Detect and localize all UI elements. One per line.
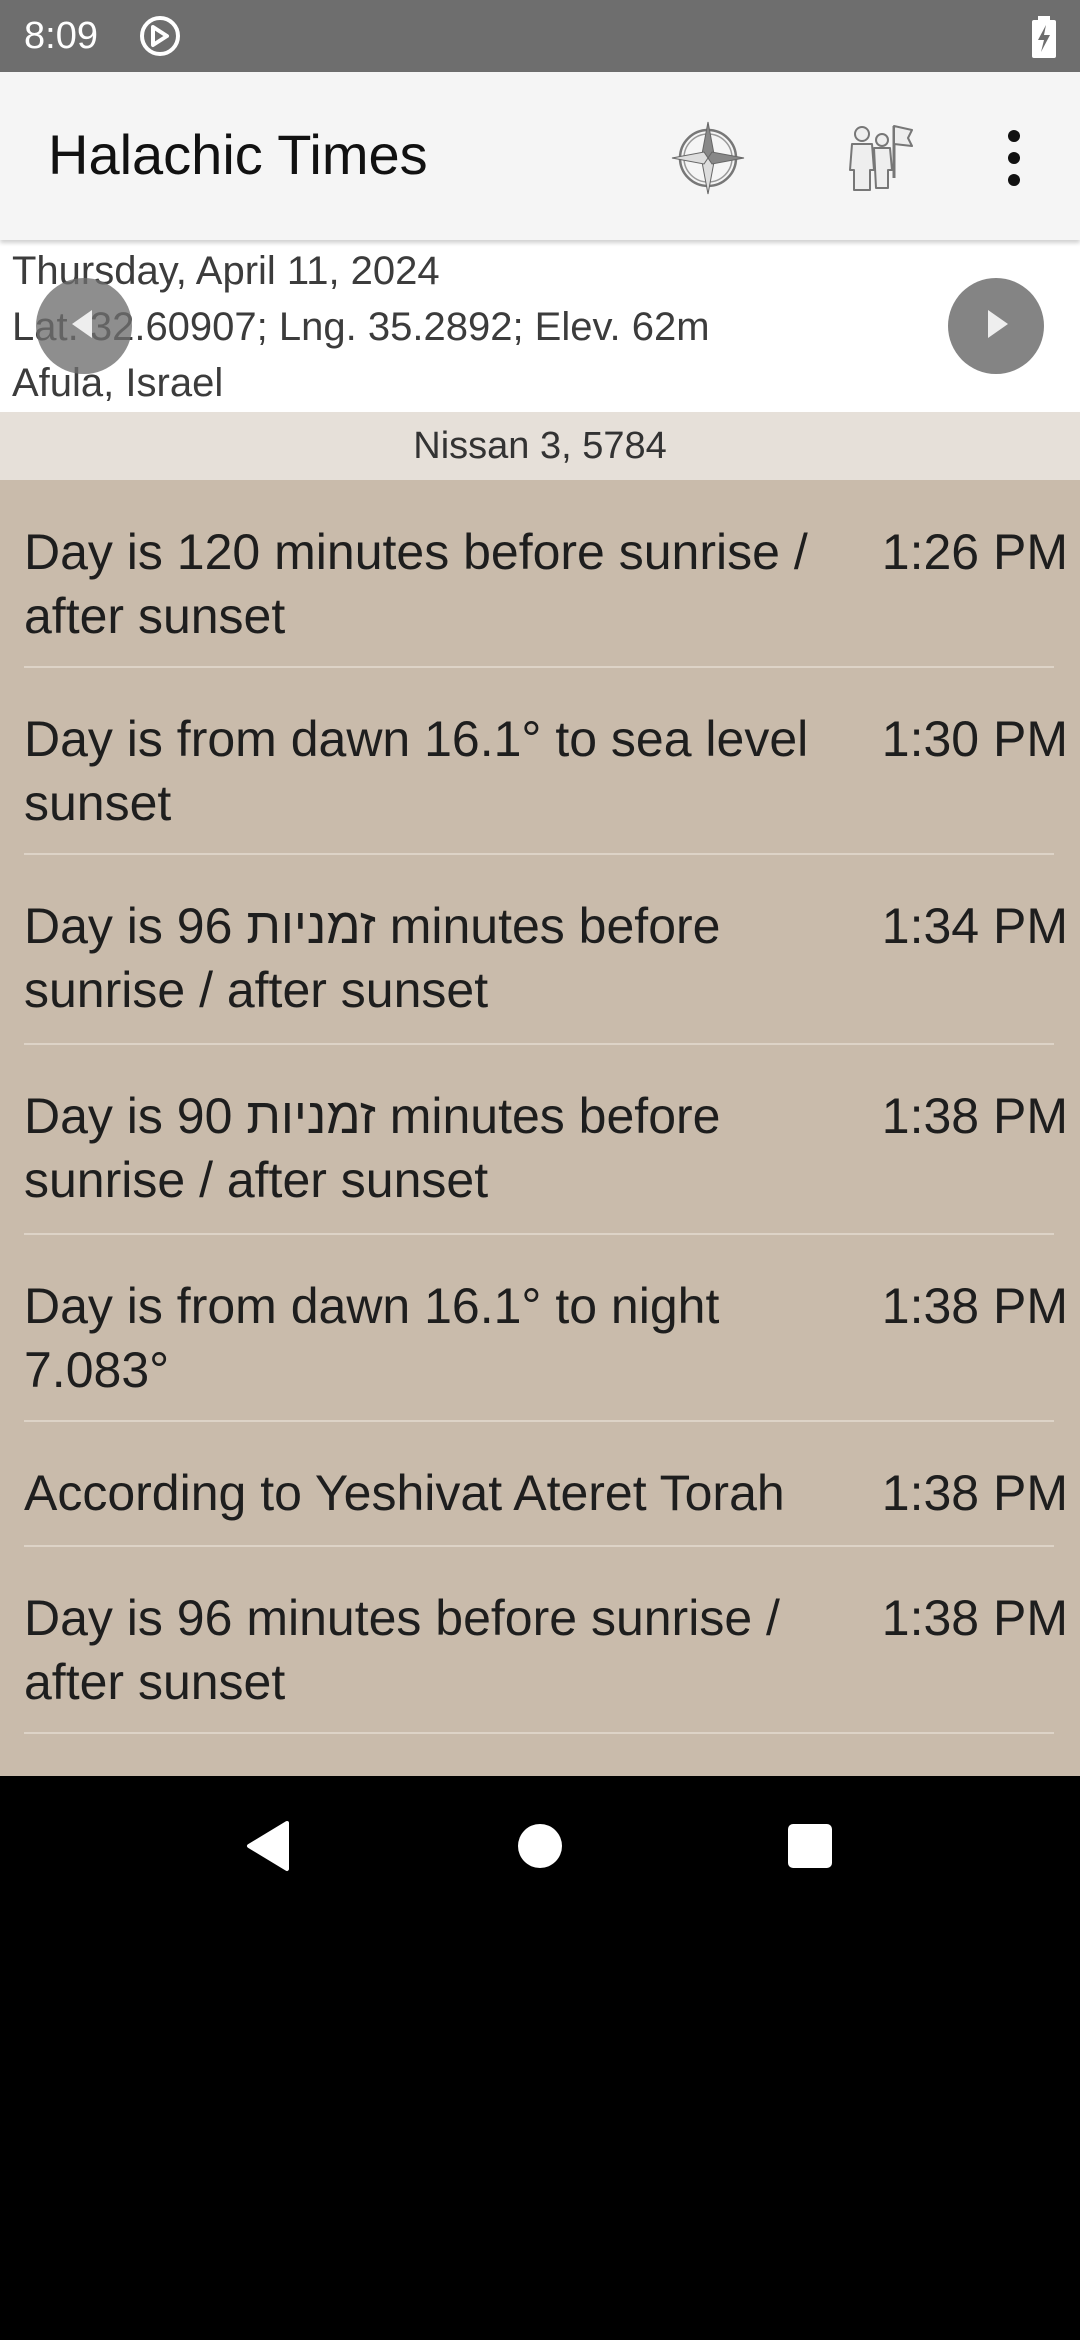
previous-day-button[interactable] [36, 278, 132, 374]
divider [24, 1233, 1054, 1235]
divider [24, 1043, 1054, 1045]
time-value: 1:38 PM [881, 1590, 1068, 1646]
status-time: 8:09 [24, 15, 98, 57]
time-label: Day is 96 minutes before sunrise / after… [24, 1590, 780, 1710]
hebrew-date: Nissan 3, 5784 [0, 412, 1080, 480]
next-day-button[interactable] [948, 278, 1044, 374]
compass-button[interactable] [660, 112, 756, 208]
system-navigation-bar [0, 1776, 1080, 1920]
arrow-left-icon [64, 304, 104, 349]
time-label: Day is from dawn 16.1° to sea level suns… [24, 711, 809, 831]
home-circle-icon [516, 1822, 564, 1875]
times-list: Day is 120 minutes before sunrise / afte… [0, 480, 1080, 1776]
time-value: 1:38 PM [881, 1278, 1068, 1334]
recents-square-icon [786, 1822, 834, 1875]
time-label: Day is 96 זמניות minutes before sunrise … [24, 898, 721, 1018]
arrow-right-icon [976, 304, 1016, 349]
battery-charging-icon [1030, 16, 1058, 58]
location-header: Thursday, April 11, 2024 Lat. 32.60907; … [0, 240, 1080, 412]
back-triangle-icon [243, 1819, 293, 1878]
system-home-button[interactable] [492, 1800, 588, 1896]
time-value: 1:38 PM [881, 1465, 1068, 1521]
status-bar: 8:09 [0, 0, 1080, 72]
location-people-icon [838, 118, 918, 203]
time-value: 1:26 PM [881, 524, 1068, 580]
location-button[interactable] [830, 112, 926, 208]
divider [24, 853, 1054, 855]
compass-icon [668, 118, 748, 203]
divider [24, 1420, 1054, 1422]
time-label: According to Yeshivat Ateret Torah [24, 1465, 785, 1521]
overflow-menu-button[interactable] [966, 112, 1062, 208]
divider [24, 1545, 1054, 1547]
divider [24, 666, 1054, 668]
time-label: Day is 90 זמניות minutes before sunrise … [24, 1088, 721, 1208]
location-name: Afula, Israel [12, 361, 224, 405]
app-notification-icon [138, 14, 182, 58]
time-value: 1:38 PM [881, 1088, 1068, 1144]
time-value: 1:34 PM [881, 898, 1068, 954]
time-value: 1:30 PM [881, 711, 1068, 767]
app-bar: Halachic Times [0, 72, 1080, 240]
more-vert-icon [1002, 128, 1026, 193]
app-title: Halachic Times [48, 123, 428, 186]
system-recents-button[interactable] [762, 1800, 858, 1896]
system-back-button[interactable] [220, 1800, 316, 1896]
divider [24, 1732, 1054, 1734]
time-label: Day is 120 minutes before sunrise / afte… [24, 524, 808, 644]
time-label: Day is from dawn 16.1° to night 7.083° [24, 1278, 720, 1398]
